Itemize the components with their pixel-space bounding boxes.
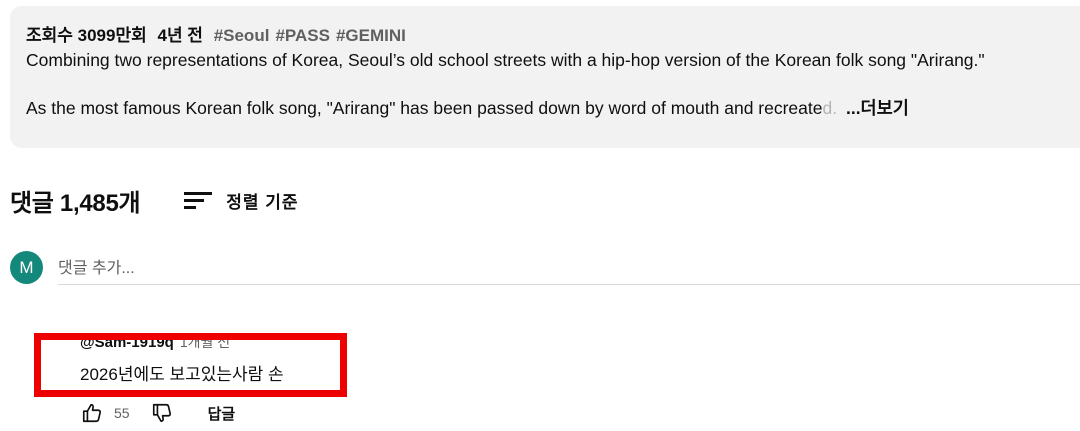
hashtag-gemini[interactable]: #GEMINI (336, 26, 406, 45)
show-more-button[interactable]: ...더보기 (846, 98, 909, 118)
description-line-1: Combining two representations of Korea, … (26, 50, 985, 70)
sort-label: 정렬 기준 (226, 192, 299, 212)
description-line-2-text: As the most famous Korean folk song, "Ar… (26, 98, 823, 118)
upload-age: 4년 전 (157, 26, 203, 45)
thumbs-down-icon[interactable] (150, 401, 174, 425)
hashtag-pass[interactable]: #PASS (275, 26, 330, 45)
comments-header: 댓글 1,485개 정렬 기준 (10, 180, 299, 220)
avatar[interactable]: M (10, 251, 43, 284)
reply-button[interactable]: 답글 (208, 403, 236, 424)
hashtag-seoul[interactable]: #Seoul (214, 26, 270, 45)
description-fade-text: d. (822, 98, 838, 118)
sort-icon (184, 188, 214, 212)
add-comment-input[interactable] (58, 253, 1080, 285)
comment-actions: 55 답글 (80, 400, 235, 426)
comments-count: 댓글 1,485개 (10, 189, 141, 217)
highlight-box (34, 333, 347, 397)
description-box[interactable]: 조회수 3099만회 4년 전 #Seoul #PASS #GEMINI Combi… (10, 6, 1080, 148)
like-count: 55 (114, 405, 130, 421)
description-line-2: As the most famous Korean folk song, "Ar… (26, 96, 1074, 120)
sort-button[interactable]: 정렬 기준 (184, 188, 298, 213)
thumbs-up-icon[interactable] (80, 401, 104, 425)
comment-item: @Sam-1919q 1개월 전 2026년에도 보고있는사람 손 55 답글 (0, 318, 1080, 431)
view-count: 조회수 3099만회 (26, 26, 147, 45)
video-meta: 조회수 3099만회 4년 전 #Seoul #PASS #GEMINI (26, 24, 1074, 48)
add-comment-row: M (10, 251, 1080, 287)
